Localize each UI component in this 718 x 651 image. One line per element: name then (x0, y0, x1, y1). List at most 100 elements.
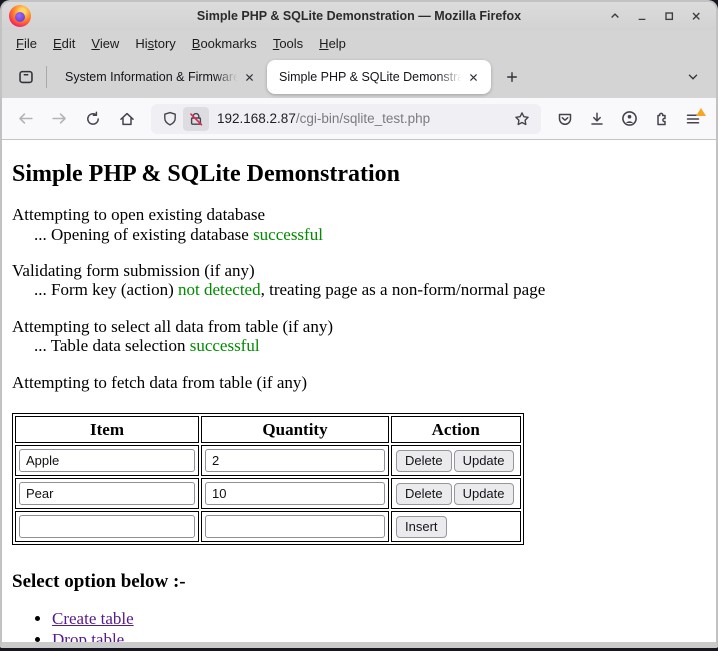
insecure-lock-icon (188, 111, 204, 127)
home-button[interactable] (111, 104, 143, 134)
tracking-protection-button[interactable] (157, 107, 183, 131)
window-controls (605, 6, 716, 26)
window-minimize-button[interactable] (632, 6, 652, 26)
tab-bar: System Information & Firmware L Simple P… (2, 56, 716, 98)
extensions-puzzle-icon (653, 111, 669, 127)
menu-help[interactable]: Help (311, 33, 354, 54)
quantity-input[interactable] (205, 449, 385, 472)
extensions-button[interactable] (645, 104, 677, 134)
list-item: Create table (52, 609, 706, 628)
browser-window: Simple PHP & SQLite Demonstration — Mozi… (0, 0, 718, 648)
url-display[interactable]: 192.168.2.87/cgi-bin/sqlite_test.php (217, 111, 509, 126)
quantity-input[interactable] (205, 482, 385, 505)
list-all-tabs-button[interactable] (678, 62, 708, 92)
url-bar[interactable]: 192.168.2.87/cgi-bin/sqlite_test.php (151, 104, 541, 134)
url-path: /cgi-bin/sqlite_test.php (296, 111, 430, 126)
item-input[interactable] (19, 449, 195, 472)
menu-edit[interactable]: Edit (45, 33, 83, 54)
delete-button[interactable]: Delete (396, 450, 452, 472)
table-row: DeleteUpdate (15, 445, 521, 476)
column-header-action: Action (391, 416, 521, 443)
maximize-icon (663, 10, 675, 22)
reload-icon (85, 111, 101, 127)
drop-table-link[interactable]: Drop table (52, 630, 124, 642)
titlebar[interactable]: Simple PHP & SQLite Demonstration — Mozi… (2, 2, 716, 30)
status-line: Attempting to open existing database (12, 205, 265, 224)
chevron-up-icon (609, 10, 621, 22)
status-fetch-data: Attempting to fetch data from table (if … (12, 373, 706, 392)
account-button[interactable] (613, 104, 645, 134)
tab-separator (46, 66, 47, 88)
shield-icon (162, 111, 178, 127)
account-icon (621, 110, 638, 127)
status-result-line: ... Form key (action) not detected, trea… (12, 280, 545, 299)
forward-button[interactable] (43, 104, 75, 134)
status-line: Attempting to select all data from table… (12, 317, 333, 336)
delete-button[interactable]: Delete (396, 483, 452, 505)
column-header-item: Item (15, 416, 199, 443)
page-content: Simple PHP & SQLite Demonstration Attemp… (2, 140, 716, 642)
plus-icon (505, 70, 519, 84)
item-input[interactable] (19, 515, 195, 538)
bookmark-star-button[interactable] (509, 107, 535, 131)
quantity-input[interactable] (205, 515, 385, 538)
new-tab-button[interactable] (497, 62, 527, 92)
status-highlight: not detected (178, 280, 261, 299)
create-table-link[interactable]: Create table (52, 609, 134, 628)
menu-bookmarks[interactable]: Bookmarks (184, 33, 265, 54)
tab-sqlite-demo-active[interactable]: Simple PHP & SQLite Demonstrati (267, 60, 491, 94)
tab-system-information[interactable]: System Information & Firmware L (53, 60, 267, 94)
table-row: DeleteUpdate (15, 478, 521, 509)
chevron-down-icon (686, 70, 700, 84)
downloads-icon (589, 111, 605, 127)
table-row: Insert (15, 511, 521, 542)
downloads-button[interactable] (581, 104, 613, 134)
back-button[interactable] (9, 104, 41, 134)
table-header-row: Item Quantity Action (15, 416, 521, 443)
window-shade-button[interactable] (605, 6, 625, 26)
tab-label: System Information & Firmware L (65, 70, 239, 84)
app-menu-button[interactable] (677, 104, 709, 134)
firefox-view-icon (17, 68, 35, 86)
close-icon (244, 72, 255, 83)
home-icon (119, 111, 135, 127)
page-heading: Simple PHP & SQLite Demonstration (12, 161, 706, 188)
tab-label: Simple PHP & SQLite Demonstrati (279, 70, 463, 84)
status-highlight: successful (253, 225, 323, 244)
status-highlight: successful (190, 336, 260, 355)
options-list: Create table Drop table (12, 609, 706, 642)
options-heading: Select option below :- (12, 571, 706, 593)
back-arrow-icon (17, 110, 34, 127)
update-button[interactable]: Update (454, 450, 514, 472)
items-table: Item Quantity Action DeleteUpdate Delete… (12, 413, 524, 545)
forward-arrow-icon (51, 110, 68, 127)
menu-file[interactable]: File (8, 33, 45, 54)
status-select-data: Attempting to select all data from table… (12, 317, 706, 356)
site-identity-button[interactable] (183, 107, 209, 131)
status-result-line: ... Opening of existing database success… (12, 225, 323, 244)
reload-button[interactable] (77, 104, 109, 134)
pocket-icon (557, 111, 573, 127)
close-icon (690, 10, 702, 22)
menu-bar: File Edit View History Bookmarks Tools H… (2, 30, 716, 56)
tab-close-button[interactable] (239, 67, 259, 87)
column-header-quantity: Quantity (201, 416, 389, 443)
firefox-view-button[interactable] (10, 62, 42, 92)
menu-tools[interactable]: Tools (265, 33, 311, 54)
window-close-button[interactable] (686, 6, 706, 26)
list-item: Drop table (52, 630, 706, 642)
toolbar-right-icons (549, 104, 709, 134)
insert-button[interactable]: Insert (396, 516, 447, 538)
navigation-toolbar: 192.168.2.87/cgi-bin/sqlite_test.php (2, 98, 716, 140)
menu-view[interactable]: View (83, 33, 127, 54)
pocket-button[interactable] (549, 104, 581, 134)
window-maximize-button[interactable] (659, 6, 679, 26)
update-badge-icon (696, 108, 706, 116)
menu-history[interactable]: History (127, 33, 183, 54)
star-icon (514, 111, 530, 127)
status-result-line: ... Table data selection successful (12, 336, 260, 355)
item-input[interactable] (19, 482, 195, 505)
tab-close-button[interactable] (463, 67, 483, 87)
update-button[interactable]: Update (454, 483, 514, 505)
minimize-icon (636, 10, 648, 22)
